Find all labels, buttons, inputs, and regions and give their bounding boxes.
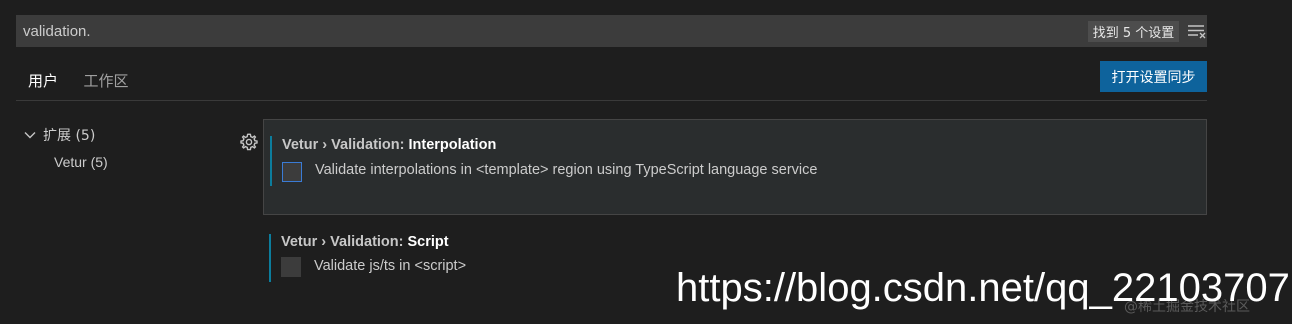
setting-title: Vetur › Validation: Interpolation	[282, 137, 496, 153]
setting-description: Validate interpolations in <template> re…	[315, 162, 818, 178]
modified-indicator-bar	[269, 234, 271, 282]
gear-icon[interactable]	[239, 132, 259, 152]
toc-group-extensions[interactable]: 扩展 (5)	[22, 124, 95, 146]
settings-search-bar: 找到 5 个设置	[16, 15, 1207, 47]
toc-item-vetur[interactable]: Vetur (5)	[54, 151, 108, 173]
tab-user[interactable]: 用户	[16, 64, 70, 101]
search-result-count-badge: 找到 5 个设置	[1088, 21, 1179, 42]
setting-name: Interpolation	[408, 137, 497, 153]
setting-title: Vetur › Validation: Script	[281, 234, 449, 250]
setting-category: Vetur › Validation:	[281, 234, 408, 250]
setting-checkbox-script[interactable]	[281, 257, 301, 277]
setting-name: Script	[407, 234, 449, 250]
toc-group-label: 扩展 (5)	[43, 128, 96, 144]
modified-indicator-bar	[270, 136, 272, 186]
turn-on-settings-sync-button[interactable]: 打开设置同步	[1100, 61, 1207, 92]
settings-search-input[interactable]	[16, 15, 1063, 47]
watermark-url: https://blog.csdn.net/qq_22103707	[676, 266, 1290, 310]
settings-editor: 找到 5 个设置 用户 工作区 打开设置同步 扩展 (5) Vetur (5)	[0, 0, 1292, 324]
chevron-down-icon	[24, 132, 36, 139]
tab-workspace[interactable]: 工作区	[78, 64, 134, 100]
setting-item-interpolation: Vetur › Validation: Interpolation Valida…	[263, 119, 1207, 215]
setting-checkbox-interpolation[interactable]	[282, 162, 302, 182]
setting-description: Validate js/ts in <script>	[314, 258, 467, 274]
tabs-divider	[16, 100, 1207, 101]
clear-filter-icon[interactable]	[1186, 22, 1208, 40]
setting-category: Vetur › Validation:	[282, 137, 409, 153]
